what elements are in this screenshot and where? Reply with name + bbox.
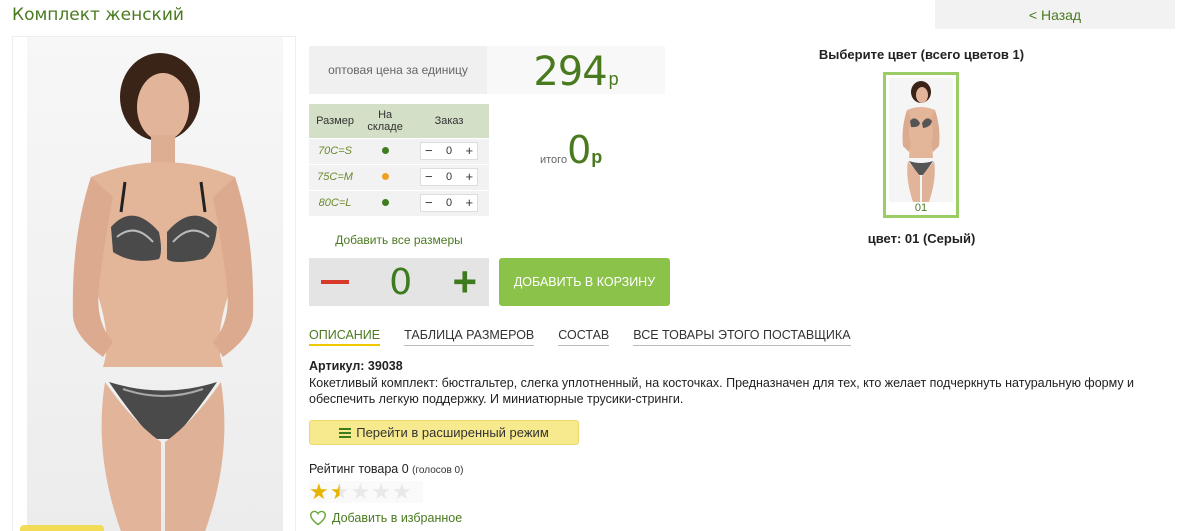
color-swatch-code: 01 (914, 202, 928, 214)
stock-dot-icon (381, 173, 389, 180)
heart-icon (309, 510, 327, 526)
list-icon (339, 427, 352, 438)
tab-composition[interactable]: СОСТАВ (558, 328, 610, 346)
size-table: Размер На складе Заказ 70C=S − 0 + 75C=M… (309, 104, 489, 216)
plus-icon[interactable]: + (465, 196, 473, 210)
back-link[interactable]: < Назад (935, 0, 1175, 29)
minus-icon[interactable] (321, 280, 349, 284)
page-title: Комплект женский (12, 5, 184, 25)
size-name: 70C=S (309, 137, 362, 164)
product-rating: Рейтинг товара 0 (голосов 0) (309, 462, 463, 476)
add-all-sizes-link[interactable]: Добавить все размеры (309, 233, 489, 247)
model-illustration (72, 53, 254, 531)
size-qty-value[interactable]: 0 (446, 171, 452, 183)
total-value: 0 (567, 128, 592, 172)
size-qty-stepper[interactable]: − 0 + (420, 194, 479, 213)
stock-dot-icon (381, 199, 389, 207)
price-value-cell: 294 р (487, 46, 665, 95)
stock-column-header: На складе (361, 104, 410, 138)
add-to-favorites-link[interactable]: Добавить в избранное (309, 510, 462, 526)
extended-mode-button[interactable]: Перейти в расширенный режим (309, 420, 579, 445)
add-to-cart-button[interactable]: ДОБАВИТЬ В КОРЗИНУ (499, 258, 670, 306)
photo-badge-tab (20, 525, 104, 531)
order-column-header: Заказ (409, 104, 489, 138)
size-row: 80C=L − 0 + (309, 189, 489, 216)
minus-icon[interactable]: − (425, 196, 433, 210)
price-label: оптовая цена за единицу (328, 63, 468, 77)
color-swatch-thumbnail (889, 78, 953, 202)
price-box: оптовая цена за единицу 294 р (309, 46, 665, 95)
color-swatch-01[interactable]: 01 (883, 72, 959, 218)
extended-mode-label: Перейти в расширенный режим (356, 425, 549, 440)
rating-label: Рейтинг товара 0 (309, 462, 409, 476)
size-qty-stepper[interactable]: − 0 + (420, 168, 479, 186)
size-row: 75C=M − 0 + (309, 163, 489, 190)
stock-indicator (361, 189, 410, 216)
stock-indicator (361, 137, 410, 164)
product-tabs: ОПИСАНИЕ ТАБЛИЦА РАЗМЕРОВ СОСТАВ ВСЕ ТОВ… (309, 328, 851, 346)
selected-color-label: цвет: 01 (Серый) (867, 231, 976, 246)
tab-supplier-products[interactable]: ВСЕ ТОВАРЫ ЭТОГО ПОСТАВЩИКА (633, 328, 851, 346)
star-icon[interactable]: ★ (309, 481, 329, 503)
plus-icon[interactable]: + (465, 144, 473, 158)
price-currency: р (608, 69, 619, 89)
order-cell: − 0 + (409, 137, 489, 164)
plus-icon[interactable]: + (452, 261, 477, 303)
star-icon[interactable]: ★ (330, 481, 350, 503)
order-total: итого 0 р (540, 130, 602, 170)
star-icon[interactable]: ★ (392, 481, 412, 503)
plus-icon[interactable]: + (465, 170, 473, 184)
tab-size-chart[interactable]: ТАБЛИЦА РАЗМЕРОВ (404, 328, 535, 346)
quantity-stepper: 0 + (309, 258, 489, 306)
rating-votes: (голосов 0) (412, 465, 464, 476)
stock-dot-icon (381, 147, 389, 154)
star-icon[interactable]: ★ (371, 481, 391, 503)
swatch-model-illustration (902, 81, 940, 202)
minus-icon[interactable]: − (425, 170, 433, 184)
quantity-value[interactable]: 0 (389, 262, 412, 303)
size-qty-value[interactable]: 0 (446, 197, 452, 209)
order-cell: − 0 + (409, 163, 489, 190)
favorites-label: Добавить в избранное (332, 511, 463, 525)
product-photo[interactable] (12, 36, 296, 531)
total-label: итого (540, 154, 568, 166)
rating-stars: ★ ★ ★ ★ ★ (309, 481, 423, 503)
order-cell: − 0 + (409, 189, 489, 216)
size-name: 80C=L (309, 189, 362, 216)
article-number: Артикул: 39038 (309, 359, 403, 373)
size-column-header: Размер (309, 104, 362, 138)
size-qty-value[interactable]: 0 (446, 145, 452, 157)
stock-indicator (361, 163, 410, 190)
size-row: 70C=S − 0 + (309, 137, 489, 164)
product-description: Кокетливый комплект: бюстгальтер, слегка… (309, 376, 1135, 406)
price-value: 294 (533, 49, 607, 95)
size-qty-stepper[interactable]: − 0 + (420, 142, 479, 160)
minus-icon[interactable]: − (425, 144, 433, 158)
total-currency: р (591, 147, 603, 167)
size-name: 75C=M (309, 163, 362, 190)
star-icon[interactable]: ★ (350, 481, 370, 503)
color-selector-title: Выберите цвет (всего цветов 1) (818, 47, 1025, 62)
tab-description[interactable]: ОПИСАНИЕ (309, 328, 381, 346)
